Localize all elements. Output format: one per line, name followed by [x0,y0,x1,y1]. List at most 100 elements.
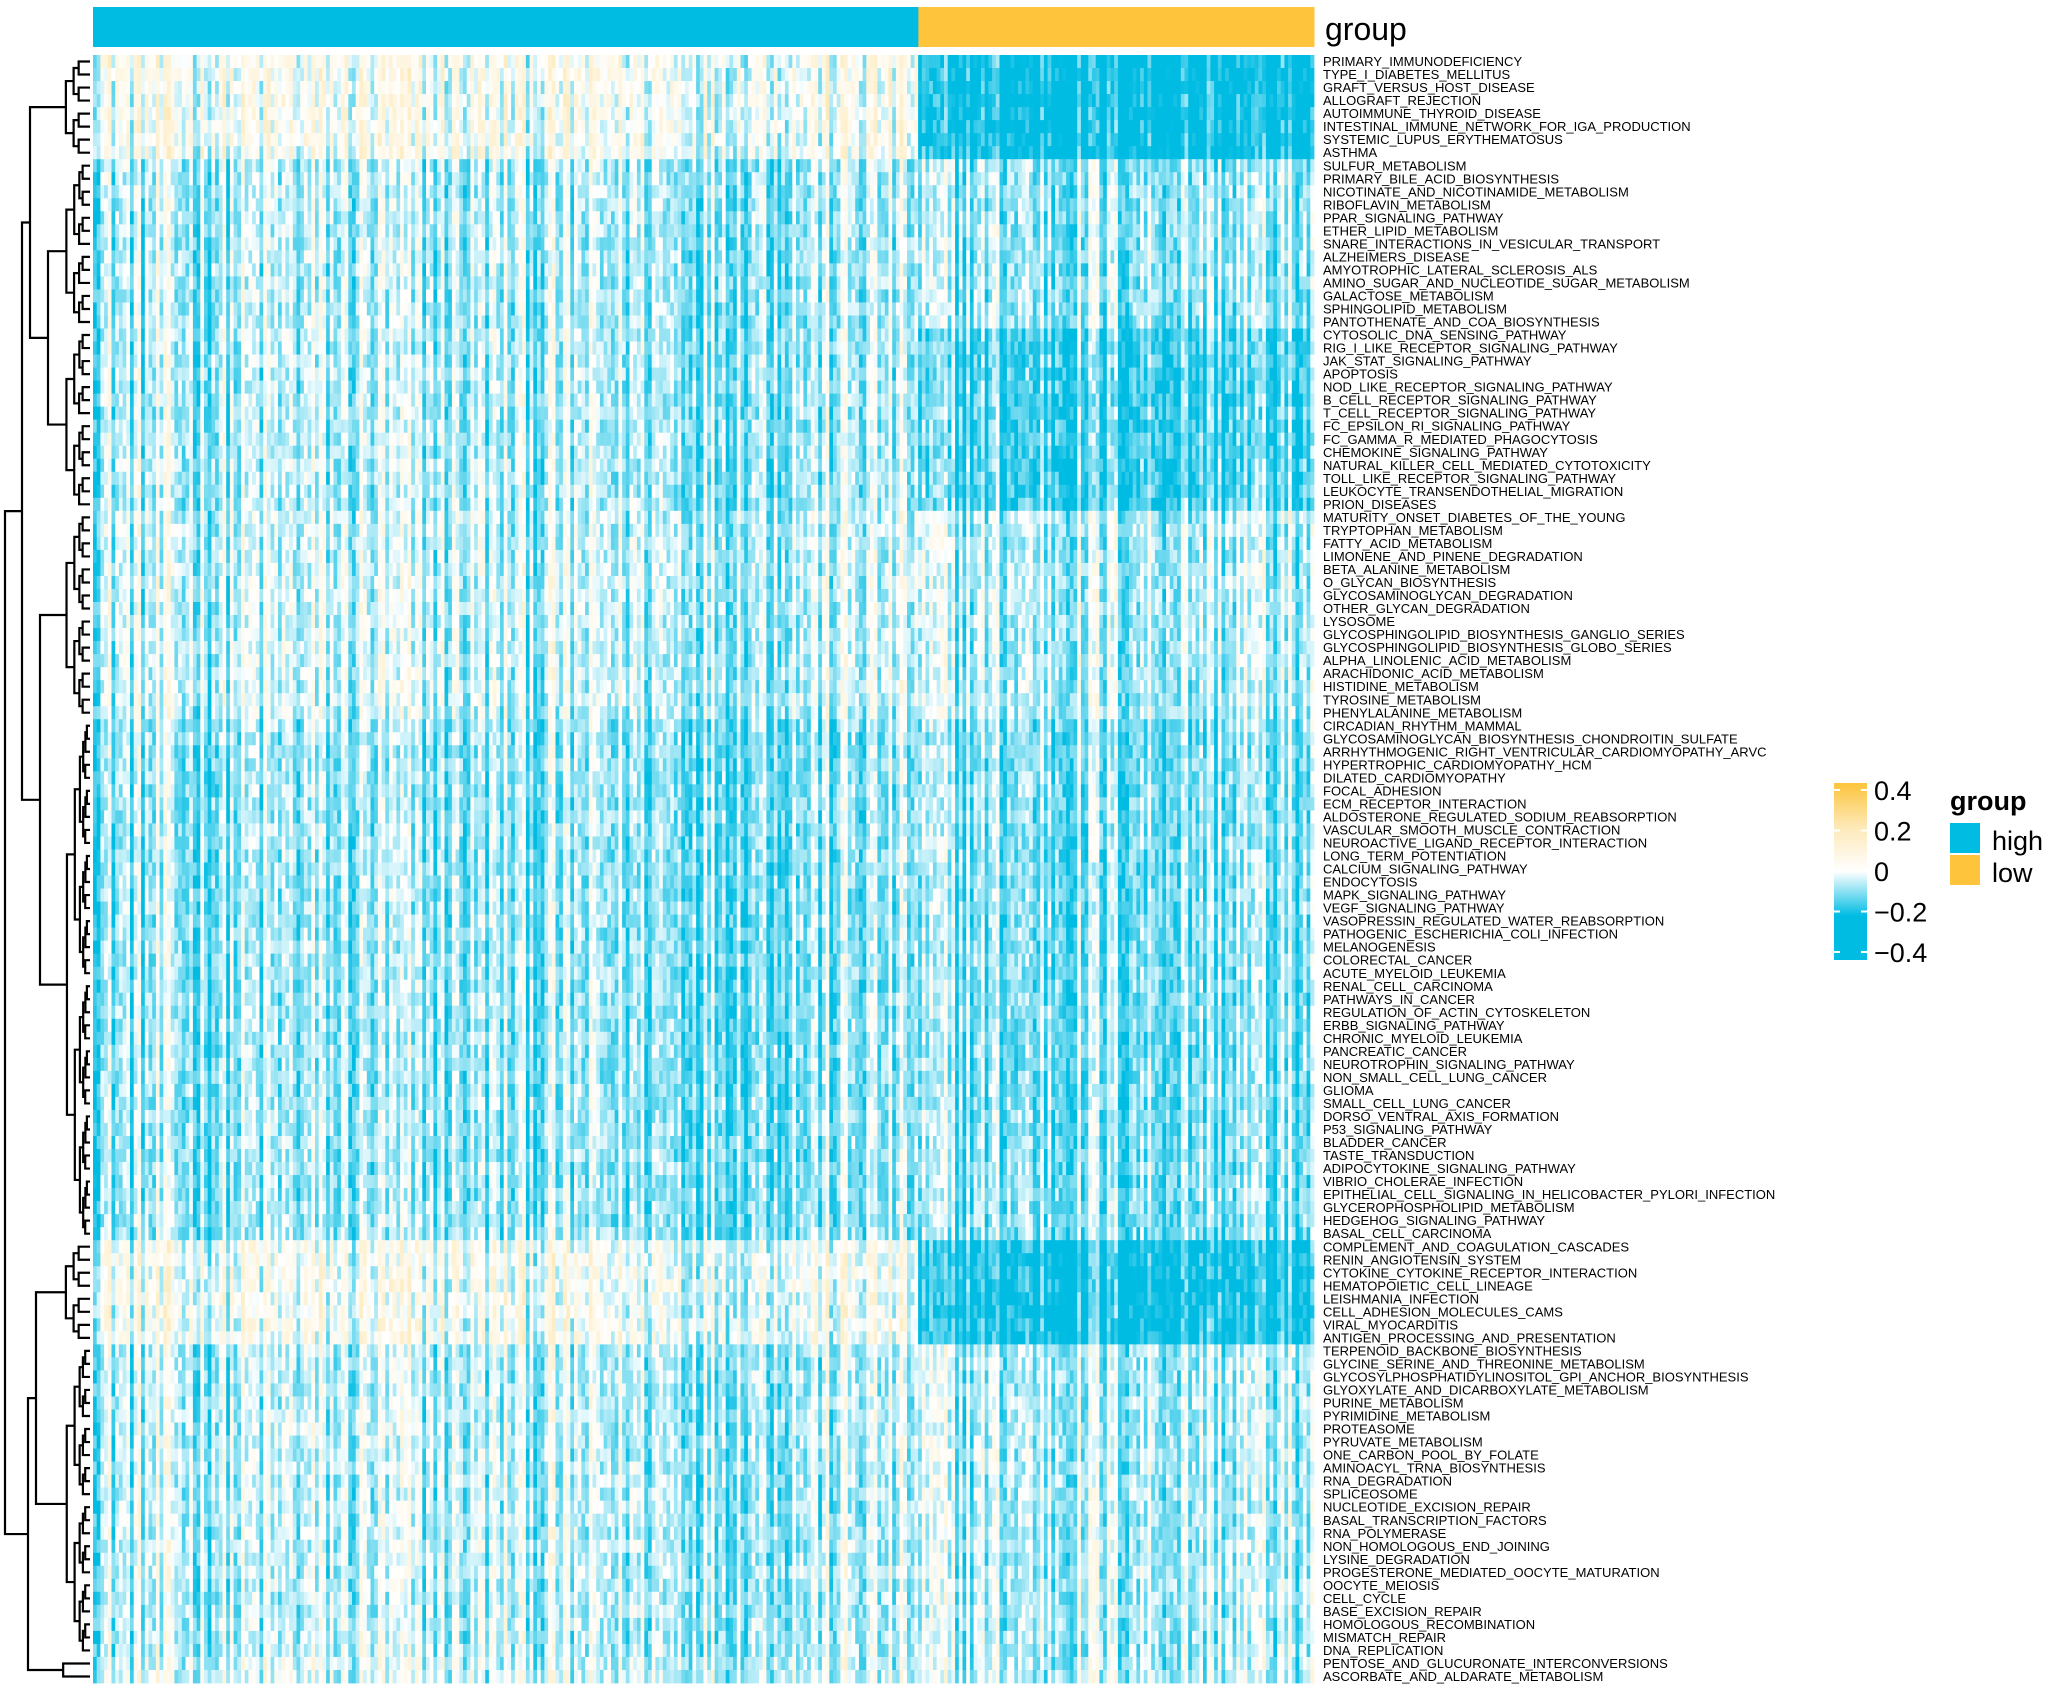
heatmap-cell [507,237,512,251]
heatmap-cell [1162,146,1167,160]
heatmap-cell [141,146,146,160]
heatmap-cell [1177,146,1182,160]
heatmap-cell [629,55,634,69]
heatmap-cell [877,120,882,134]
heatmap-cell [973,120,978,134]
heatmap-cell [1040,211,1045,225]
heatmap-cell [966,159,971,173]
heatmap-cell [577,224,582,238]
heatmap-cell [936,94,941,108]
heatmap-cell [548,146,553,160]
heatmap-cell [411,185,416,199]
heatmap-cell [241,211,246,225]
heatmap-cell [200,250,205,264]
heatmap-cell [648,211,653,225]
heatmap-cell [307,159,312,173]
heatmap-cell [655,133,660,147]
heatmap-cell [418,68,423,82]
heatmap-cell [892,68,897,82]
heatmap-cell [533,237,538,251]
heatmap-cell [644,55,649,69]
heatmap-cell [174,237,179,251]
heatmap-cell [681,146,686,160]
heatmap-cell [1232,198,1237,212]
heatmap-cell [825,211,830,225]
heatmap-cell [148,146,153,160]
heatmap-cell [733,94,738,108]
heatmap-cell [618,133,623,147]
heatmap-cell [1088,55,1093,69]
heatmap-cell [355,224,360,238]
heatmap-cell [163,237,168,251]
heatmap-cell [500,159,505,173]
heatmap-cell [966,120,971,134]
heatmap-cell [118,159,123,173]
heatmap-cell [170,198,175,212]
heatmap-cell [514,81,519,95]
heatmap-cell [1166,133,1171,147]
heatmap-cell [932,198,937,212]
heatmap-cell [278,55,283,69]
heatmap-cell [1254,81,1259,95]
heatmap-cell [96,172,101,186]
heatmap-cell [459,146,464,160]
heatmap-cell [292,224,297,238]
heatmap-cell [1243,146,1248,160]
heatmap-cell [692,133,697,147]
heatmap-cell [126,250,131,264]
heatmap-cell [825,81,830,95]
heatmap-cell [792,133,797,147]
heatmap-cell [833,172,838,186]
heatmap-cell [821,198,826,212]
heatmap-cell [555,185,560,199]
heatmap-cell [969,159,974,173]
heatmap-cell [540,146,545,160]
heatmap-cell [1029,159,1034,173]
heatmap-cell [93,94,98,108]
heatmap-cell [1018,237,1023,251]
heatmap-cell [163,224,168,238]
heatmap-cell [792,237,797,251]
heatmap-cell [126,55,131,69]
heatmap-cell [1055,211,1060,225]
heatmap-cell [681,224,686,238]
heatmap-cell [932,185,937,199]
heatmap-cell [414,146,419,160]
heatmap-cell [1143,94,1148,108]
heatmap-cell [555,172,560,186]
heatmap-cell [699,159,704,173]
heatmap-cell [673,68,678,82]
heatmap-cell [1251,68,1256,82]
heatmap-cell [551,55,556,69]
heatmap-cell [1191,107,1196,121]
heatmap-cell [485,120,490,134]
heatmap-cell [229,133,234,147]
heatmap-cell [666,120,671,134]
heatmap-cell [1069,172,1074,186]
heatmap-cell [1243,68,1248,82]
heatmap-cell [241,224,246,238]
heatmap-cell [463,172,468,186]
heatmap-cell [266,55,271,69]
heatmap-cell [1262,55,1267,69]
heatmap-cell [696,211,701,225]
heatmap-cell [144,250,149,264]
heatmap-cell [796,211,801,225]
heatmap-cell [1084,94,1089,108]
heatmap-cell [622,185,627,199]
heatmap-cell [1247,198,1252,212]
heatmap-cell [1158,172,1163,186]
heatmap-cell [1210,198,1215,212]
heatmap-cell [222,250,227,264]
heatmap-cell [381,198,386,212]
heatmap-cell [307,172,312,186]
heatmap-cell [792,211,797,225]
heatmap-cell [292,172,297,186]
heatmap-cell [688,211,693,225]
heatmap-cell [1166,198,1171,212]
heatmap-cell [463,81,468,95]
heatmap-cell [1306,133,1311,147]
heatmap-cell [1273,133,1278,147]
heatmap-cell [1310,94,1315,108]
heatmap-cell [666,55,671,69]
